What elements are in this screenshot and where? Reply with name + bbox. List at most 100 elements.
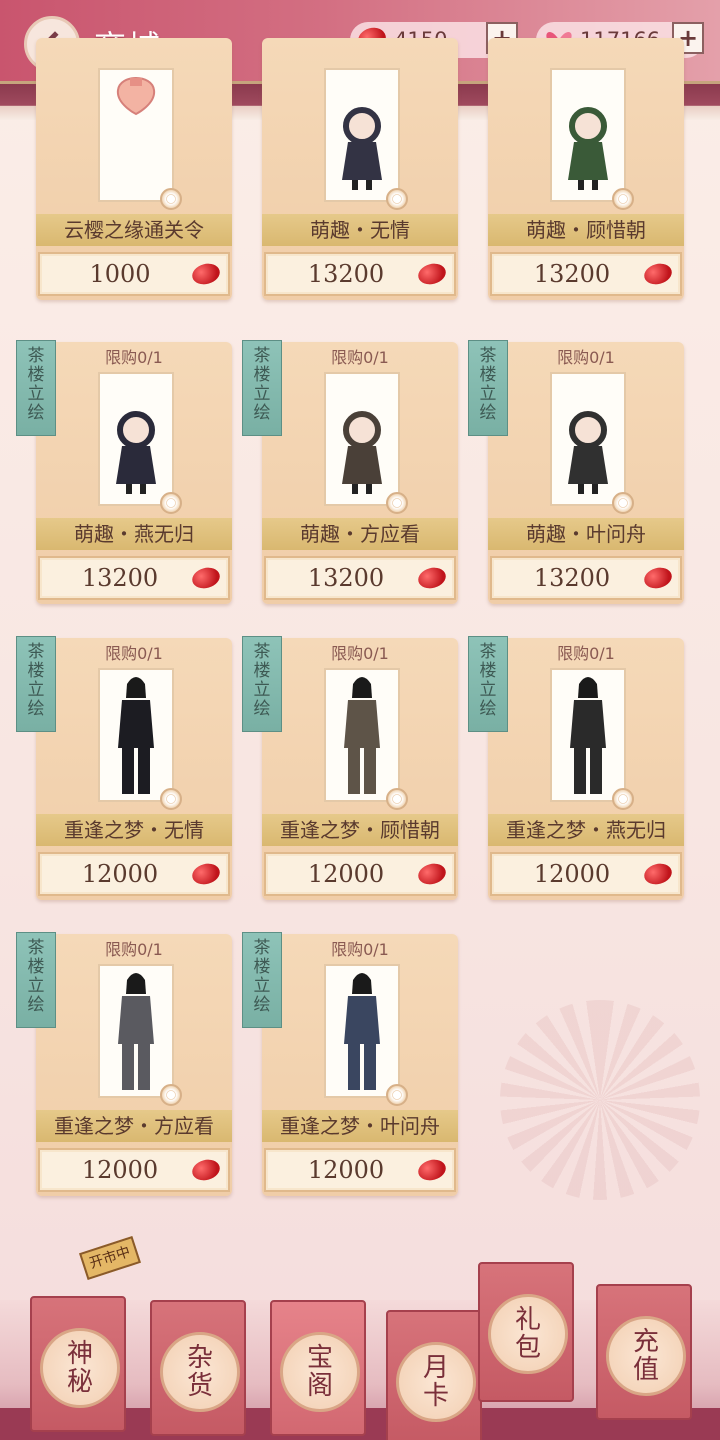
tag-character: 茶 xyxy=(479,642,497,662)
buy-button[interactable]: 13200 xyxy=(490,556,682,600)
buy-button[interactable]: 12000 xyxy=(264,852,456,896)
shop-item-card[interactable]: 限购0/1 重逢之梦・顾惜朝 12000 茶楼立绘 xyxy=(242,636,458,900)
item-portrait xyxy=(324,964,408,1106)
item-name: 云樱之缘通关令 xyxy=(36,214,232,246)
tag-character: 立 xyxy=(253,384,271,404)
item-name: 萌趣・顾惜朝 xyxy=(488,214,684,246)
sakura-flower-icon xyxy=(612,788,634,810)
buy-button[interactable]: 1000 xyxy=(38,252,230,296)
item-price: 13200 xyxy=(81,564,159,592)
tab-mystery[interactable]: 神秘 xyxy=(30,1296,126,1432)
tag-character: 茶 xyxy=(27,346,45,366)
purchase-limit: 限购0/1 xyxy=(331,644,389,663)
tag-character: 楼 xyxy=(253,365,271,385)
tab-label: 月卡 xyxy=(422,1353,449,1411)
buy-button[interactable]: 12000 xyxy=(38,1148,230,1192)
teahouse-portrait-tag: 茶楼立绘 xyxy=(242,636,282,732)
tag-character: 绘 xyxy=(27,403,45,423)
tag-character: 立 xyxy=(479,680,497,700)
shop-item-card[interactable]: 萌趣・顾惜朝 13200 xyxy=(488,38,684,300)
shop-item-card[interactable]: 限购0/1 重逢之梦・方应看 12000 茶楼立绘 xyxy=(16,932,232,1196)
buy-button[interactable]: 12000 xyxy=(490,852,682,896)
open-market-badge: 开市中 xyxy=(79,1236,141,1280)
item-portrait xyxy=(98,668,182,810)
teahouse-portrait-tag: 茶楼立绘 xyxy=(242,932,282,1028)
item-price: 13200 xyxy=(533,260,611,288)
tab-recharge[interactable]: 充值 xyxy=(596,1284,692,1420)
tab-emblem: 充值 xyxy=(606,1316,686,1396)
buy-button[interactable]: 13200 xyxy=(264,252,456,296)
item-portrait xyxy=(550,68,634,210)
item-price: 12000 xyxy=(307,860,385,888)
character-figure-icon xyxy=(568,107,608,190)
item-portrait xyxy=(98,68,182,210)
tab-monthly-card[interactable]: 月卡 xyxy=(386,1310,482,1440)
teahouse-portrait-tag: 茶楼立绘 xyxy=(16,932,56,1028)
item-price: 12000 xyxy=(81,860,159,888)
tab-emblem: 杂货 xyxy=(160,1332,240,1412)
tag-character: 茶 xyxy=(479,346,497,366)
buy-button[interactable]: 13200 xyxy=(264,556,456,600)
tab-gift-pack[interactable]: 礼包 xyxy=(478,1262,574,1402)
tab-label: 充值 xyxy=(632,1327,659,1385)
item-price: 13200 xyxy=(307,260,385,288)
buy-button[interactable]: 12000 xyxy=(38,852,230,896)
teahouse-portrait-tag: 茶楼立绘 xyxy=(468,340,508,436)
purchase-limit: 限购0/1 xyxy=(331,940,389,959)
item-portrait xyxy=(324,68,408,210)
tag-character: 立 xyxy=(253,976,271,996)
item-name: 萌趣・叶问舟 xyxy=(488,518,684,550)
teahouse-portrait-tag: 茶楼立绘 xyxy=(16,340,56,436)
tag-character: 绘 xyxy=(479,699,497,719)
tag-character: 绘 xyxy=(253,699,271,719)
tag-character: 绘 xyxy=(253,403,271,423)
teahouse-portrait-tag: 茶楼立绘 xyxy=(468,636,508,732)
character-figure-icon xyxy=(570,677,606,794)
tag-character: 楼 xyxy=(27,957,45,977)
item-portrait xyxy=(98,372,182,514)
sakura-flower-icon xyxy=(386,1084,408,1106)
buy-button[interactable]: 13200 xyxy=(490,252,682,296)
character-figure-icon xyxy=(568,411,608,494)
item-name: 萌趣・燕无归 xyxy=(36,518,232,550)
character-figure-icon xyxy=(342,411,382,494)
shop-item-card[interactable]: 限购0/1 重逢之梦・叶问舟 12000 茶楼立绘 xyxy=(242,932,458,1196)
character-figure-icon xyxy=(118,973,154,1090)
shop-item-card[interactable]: 限购0/1 萌趣・叶问舟 13200 茶楼立绘 xyxy=(468,340,684,604)
tab-treasure[interactable]: 宝阁 xyxy=(270,1300,366,1436)
shop-item-card[interactable]: 限购0/1 萌趣・燕无归 13200 茶楼立绘 xyxy=(16,340,232,604)
item-name: 重逢之梦・叶问舟 xyxy=(262,1110,458,1142)
tag-character: 立 xyxy=(27,384,45,404)
shop-item-card[interactable]: 云樱之缘通关令 1000 xyxy=(36,38,232,300)
tag-character: 绘 xyxy=(27,995,45,1015)
shop-item-card[interactable]: 萌趣・无情 13200 xyxy=(262,38,458,300)
tag-character: 楼 xyxy=(479,365,497,385)
buy-button[interactable]: 13200 xyxy=(38,556,230,600)
item-name: 萌趣・方应看 xyxy=(262,518,458,550)
item-portrait xyxy=(324,372,408,514)
character-figure-icon xyxy=(118,677,154,794)
tab-emblem: 礼包 xyxy=(488,1294,568,1374)
tab-sundries[interactable]: 杂货 xyxy=(150,1300,246,1436)
tag-character: 立 xyxy=(27,976,45,996)
sakura-flower-icon xyxy=(160,788,182,810)
item-portrait xyxy=(550,372,634,514)
shop-item-card[interactable]: 限购0/1 萌趣・方应看 13200 茶楼立绘 xyxy=(242,340,458,604)
tab-label: 礼包 xyxy=(514,1305,541,1363)
tag-character: 楼 xyxy=(253,957,271,977)
tag-character: 绘 xyxy=(27,699,45,719)
sakura-flower-icon xyxy=(160,1084,182,1106)
buy-button[interactable]: 12000 xyxy=(264,1148,456,1192)
sakura-flower-icon xyxy=(386,788,408,810)
tag-character: 茶 xyxy=(253,642,271,662)
teahouse-portrait-tag: 茶楼立绘 xyxy=(16,636,56,732)
shop-item-card[interactable]: 限购0/1 重逢之梦・无情 12000 茶楼立绘 xyxy=(16,636,232,900)
chrysanthemum-decoration xyxy=(500,1000,700,1200)
item-price: 13200 xyxy=(307,564,385,592)
tag-character: 绘 xyxy=(479,403,497,423)
sakura-flower-icon xyxy=(612,492,634,514)
sakura-flower-icon xyxy=(386,188,408,210)
shop-item-card[interactable]: 限购0/1 重逢之梦・燕无归 12000 茶楼立绘 xyxy=(468,636,684,900)
tag-character: 楼 xyxy=(27,661,45,681)
tag-character: 立 xyxy=(253,680,271,700)
